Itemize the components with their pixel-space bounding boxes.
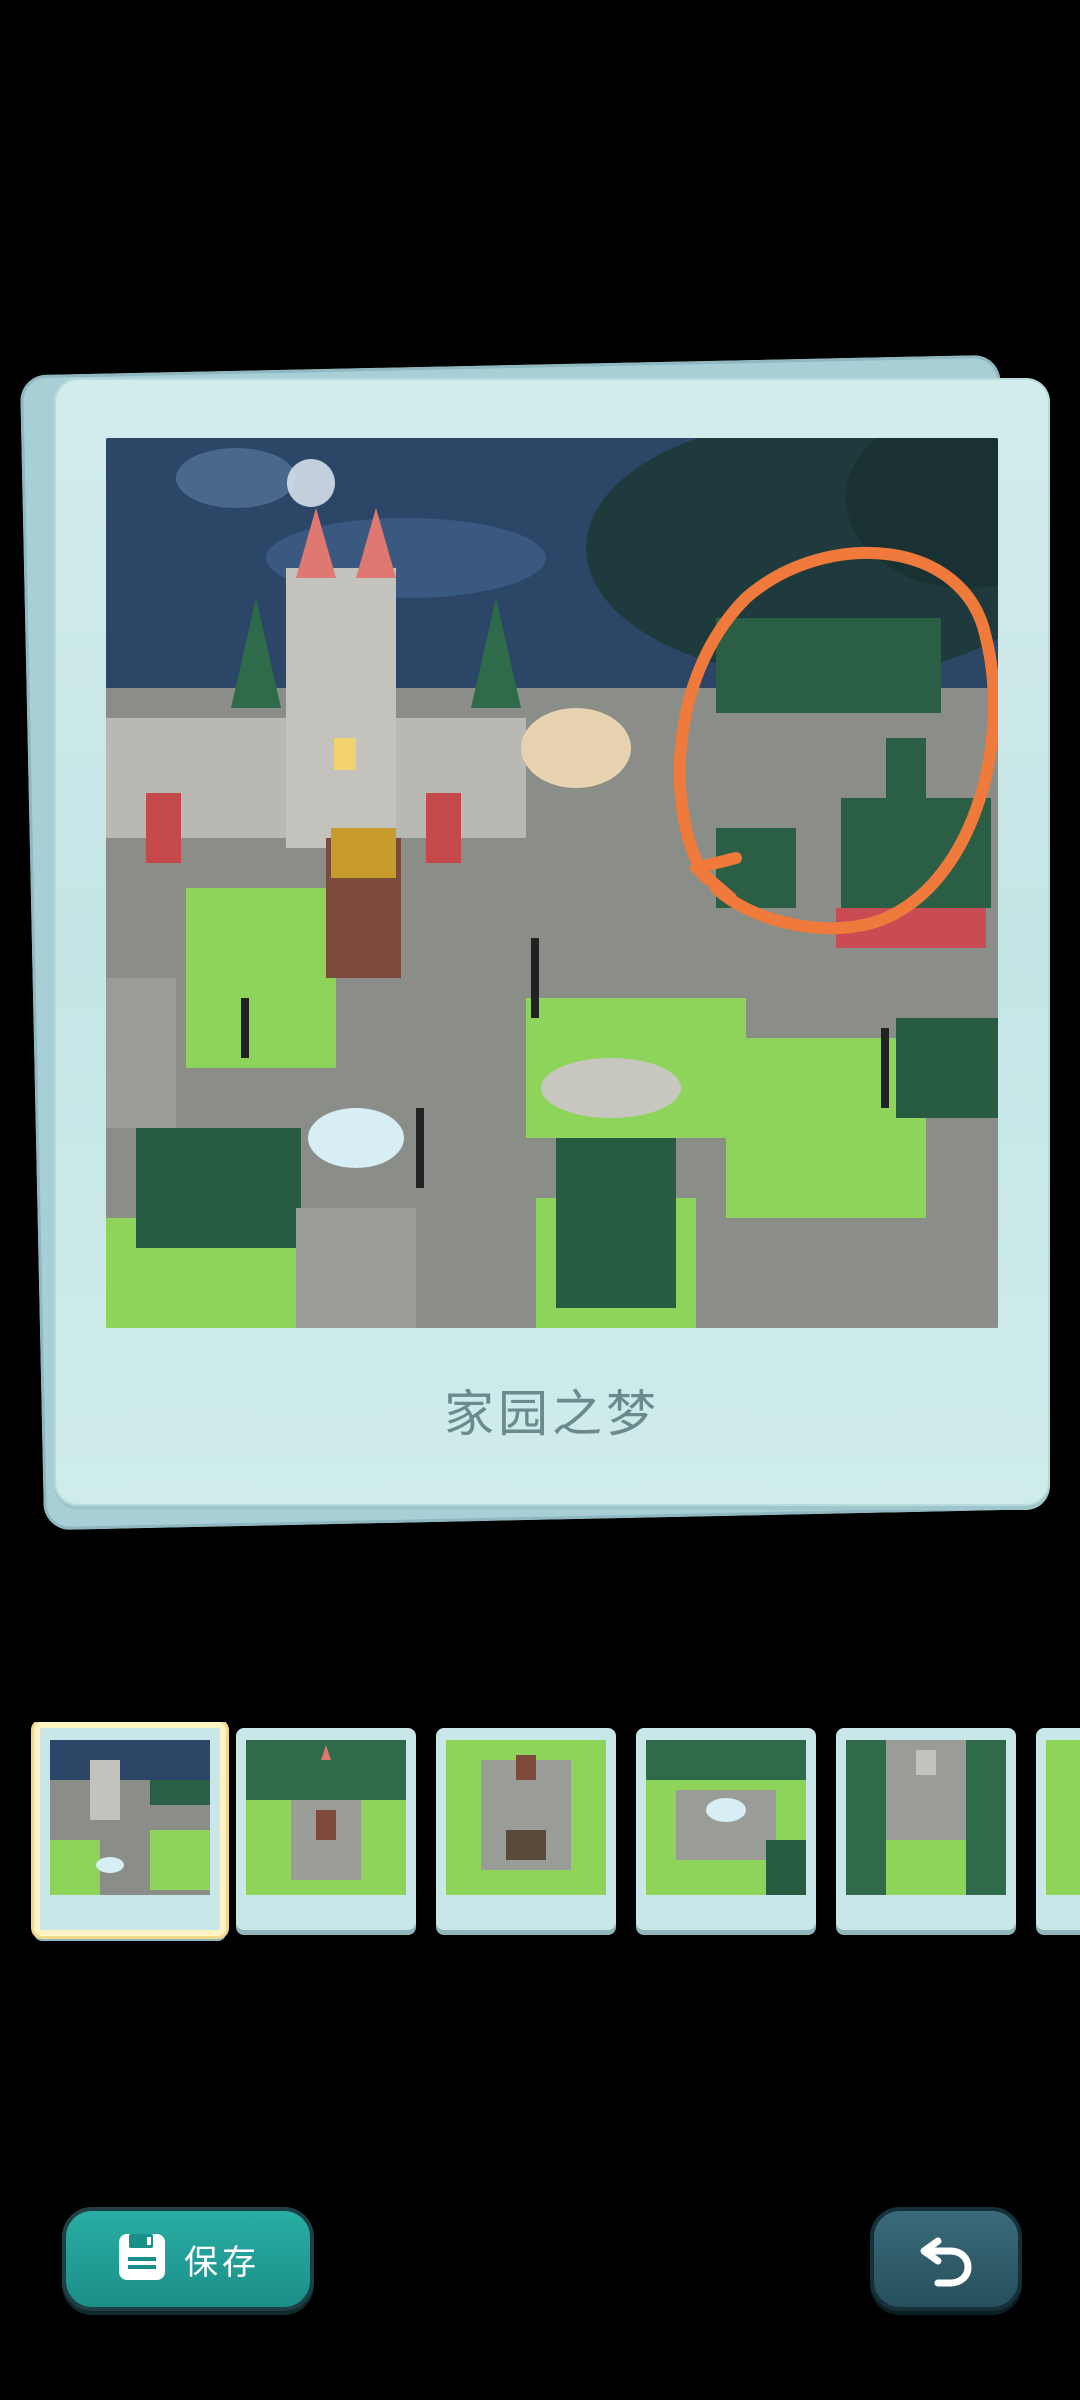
thumbnail-image [446,1740,606,1895]
thumbnail-1[interactable] [34,1722,226,1936]
thumbnail-5[interactable] [836,1728,1016,1930]
undo-button[interactable] [870,2207,1022,2311]
thumbnail-image [50,1740,210,1895]
thumbnail-3[interactable] [436,1728,616,1930]
screenshot-viewer: 家园之梦 保存 [0,0,1080,2400]
thumbnail-6-partial[interactable] [1036,1728,1080,1930]
thumbnail-2[interactable] [236,1728,416,1930]
thumbnail-image [646,1740,806,1895]
thumbnail-strip[interactable] [30,1722,1080,1942]
floppy-disk-icon [116,2231,168,2287]
thumbnail-image [1046,1740,1080,1895]
thumbnail-4[interactable] [636,1728,816,1930]
thumbnail-image [846,1740,1006,1895]
save-label: 保存 [184,2242,260,2283]
undo-arrow-icon [916,2227,976,2291]
garden-screenshot [106,438,998,1328]
card-caption: 家园之梦 [444,1385,660,1443]
save-button[interactable]: 保存 [62,2207,314,2311]
thumbnail-image [246,1740,406,1895]
photo-card: 家园之梦 [54,378,1050,1506]
